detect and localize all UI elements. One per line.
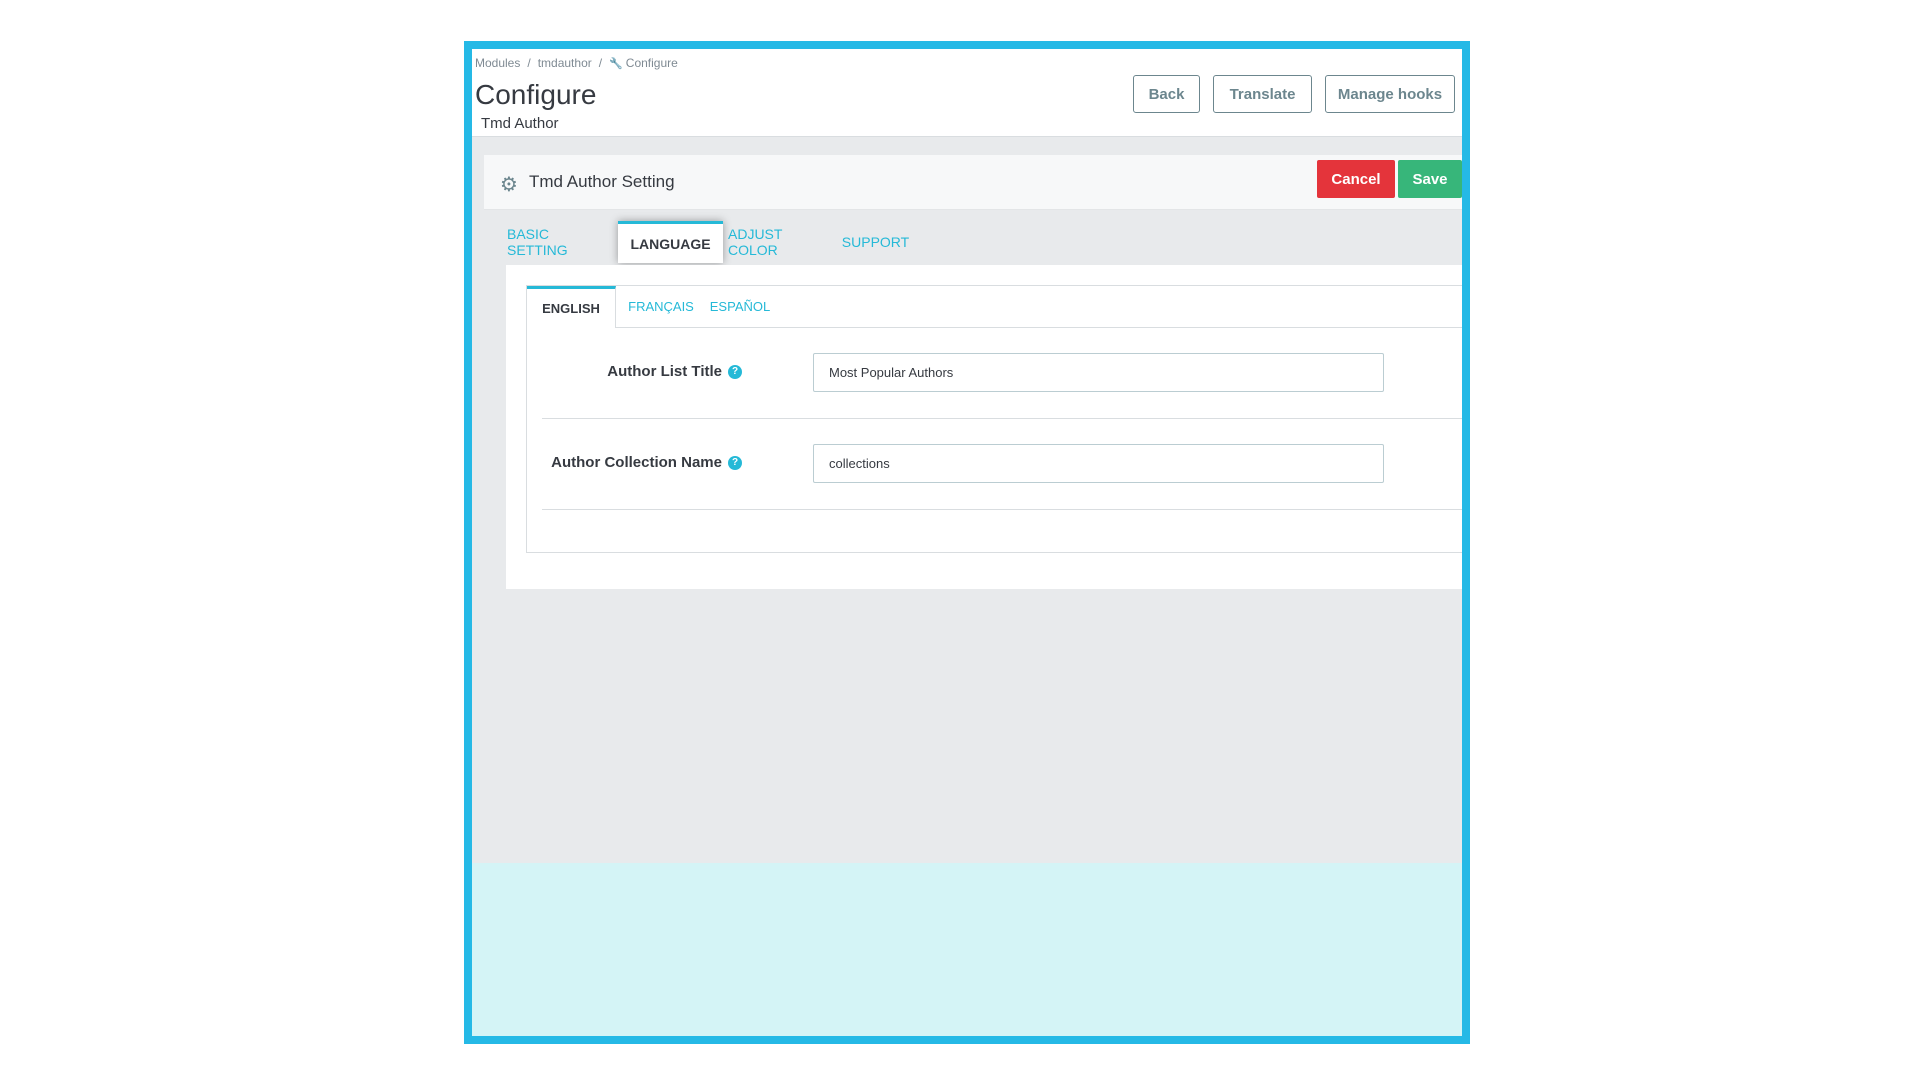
tab-adjust-color[interactable]: ADJUST COLOR: [728, 221, 831, 263]
panel-heading: ⚙ Tmd Author Setting Cancel Save: [484, 155, 1462, 210]
help-icon[interactable]: ?: [728, 365, 742, 380]
breadcrumb-modules[interactable]: Modules: [475, 56, 520, 70]
language-tab-content: ENGLISH FRANÇAIS ESPAÑOL Author List Tit…: [506, 265, 1462, 589]
tab-basic-setting[interactable]: BASIC SETTING: [507, 221, 612, 263]
author-list-title-label-text: Author List Title: [607, 363, 722, 380]
breadcrumb-current: Configure: [625, 56, 678, 70]
language-box: ENGLISH FRANÇAIS ESPAÑOL Author List Tit…: [526, 285, 1462, 553]
author-collection-name-label-text: Author Collection Name: [551, 454, 722, 471]
breadcrumb-module[interactable]: tmdauthor: [538, 56, 592, 70]
tab-espanol[interactable]: ESPAÑOL: [705, 286, 775, 327]
cancel-button[interactable]: Cancel: [1317, 160, 1395, 198]
author-collection-name-label: Author Collection Name?: [551, 454, 742, 471]
back-button[interactable]: Back: [1133, 75, 1200, 113]
screenshot-frame: Modules / tmdauthor / 🔧 Configure Configure T…: [464, 41, 1470, 1044]
page-subtitle: Tmd Author: [481, 115, 559, 132]
author-list-title-input[interactable]: [813, 353, 1384, 392]
tab-english[interactable]: ENGLISH: [527, 286, 616, 328]
wrench-icon: 🔧: [609, 58, 623, 70]
breadcrumb-separator: /: [527, 56, 531, 70]
page-title: Configure: [475, 79, 597, 110]
author-list-title-label: Author List Title?: [607, 363, 742, 380]
help-icon[interactable]: ?: [728, 456, 742, 471]
panel-title: Tmd Author Setting: [529, 172, 675, 191]
page-header: Modules / tmdauthor / 🔧 Configure Configure T…: [472, 49, 1462, 137]
tab-language[interactable]: LANGUAGE: [618, 221, 723, 263]
save-button[interactable]: Save: [1398, 160, 1462, 198]
settings-tabs: BASIC SETTING LANGUAGE ADJUST COLOR SUPP…: [484, 221, 1462, 265]
language-tabs: ENGLISH FRANÇAIS ESPAÑOL: [527, 286, 1462, 328]
tab-francais[interactable]: FRANÇAIS: [625, 286, 697, 327]
author-collection-name-input[interactable]: [813, 444, 1384, 483]
form-row-author-list-title: Author List Title?: [542, 328, 1462, 419]
breadcrumb: Modules / tmdauthor / 🔧 Configure: [475, 56, 678, 70]
form-row-author-collection-name: Author Collection Name?: [542, 419, 1462, 510]
manage-hooks-button[interactable]: Manage hooks: [1325, 75, 1455, 113]
translate-button[interactable]: Translate: [1213, 75, 1312, 113]
settings-panel: ⚙ Tmd Author Setting Cancel Save BASIC S…: [484, 155, 1462, 635]
breadcrumb-separator: /: [598, 56, 603, 70]
bottom-band: [472, 863, 1462, 1036]
tab-support[interactable]: SUPPORT: [837, 221, 914, 263]
gears-icon: ⚙: [500, 174, 518, 196]
